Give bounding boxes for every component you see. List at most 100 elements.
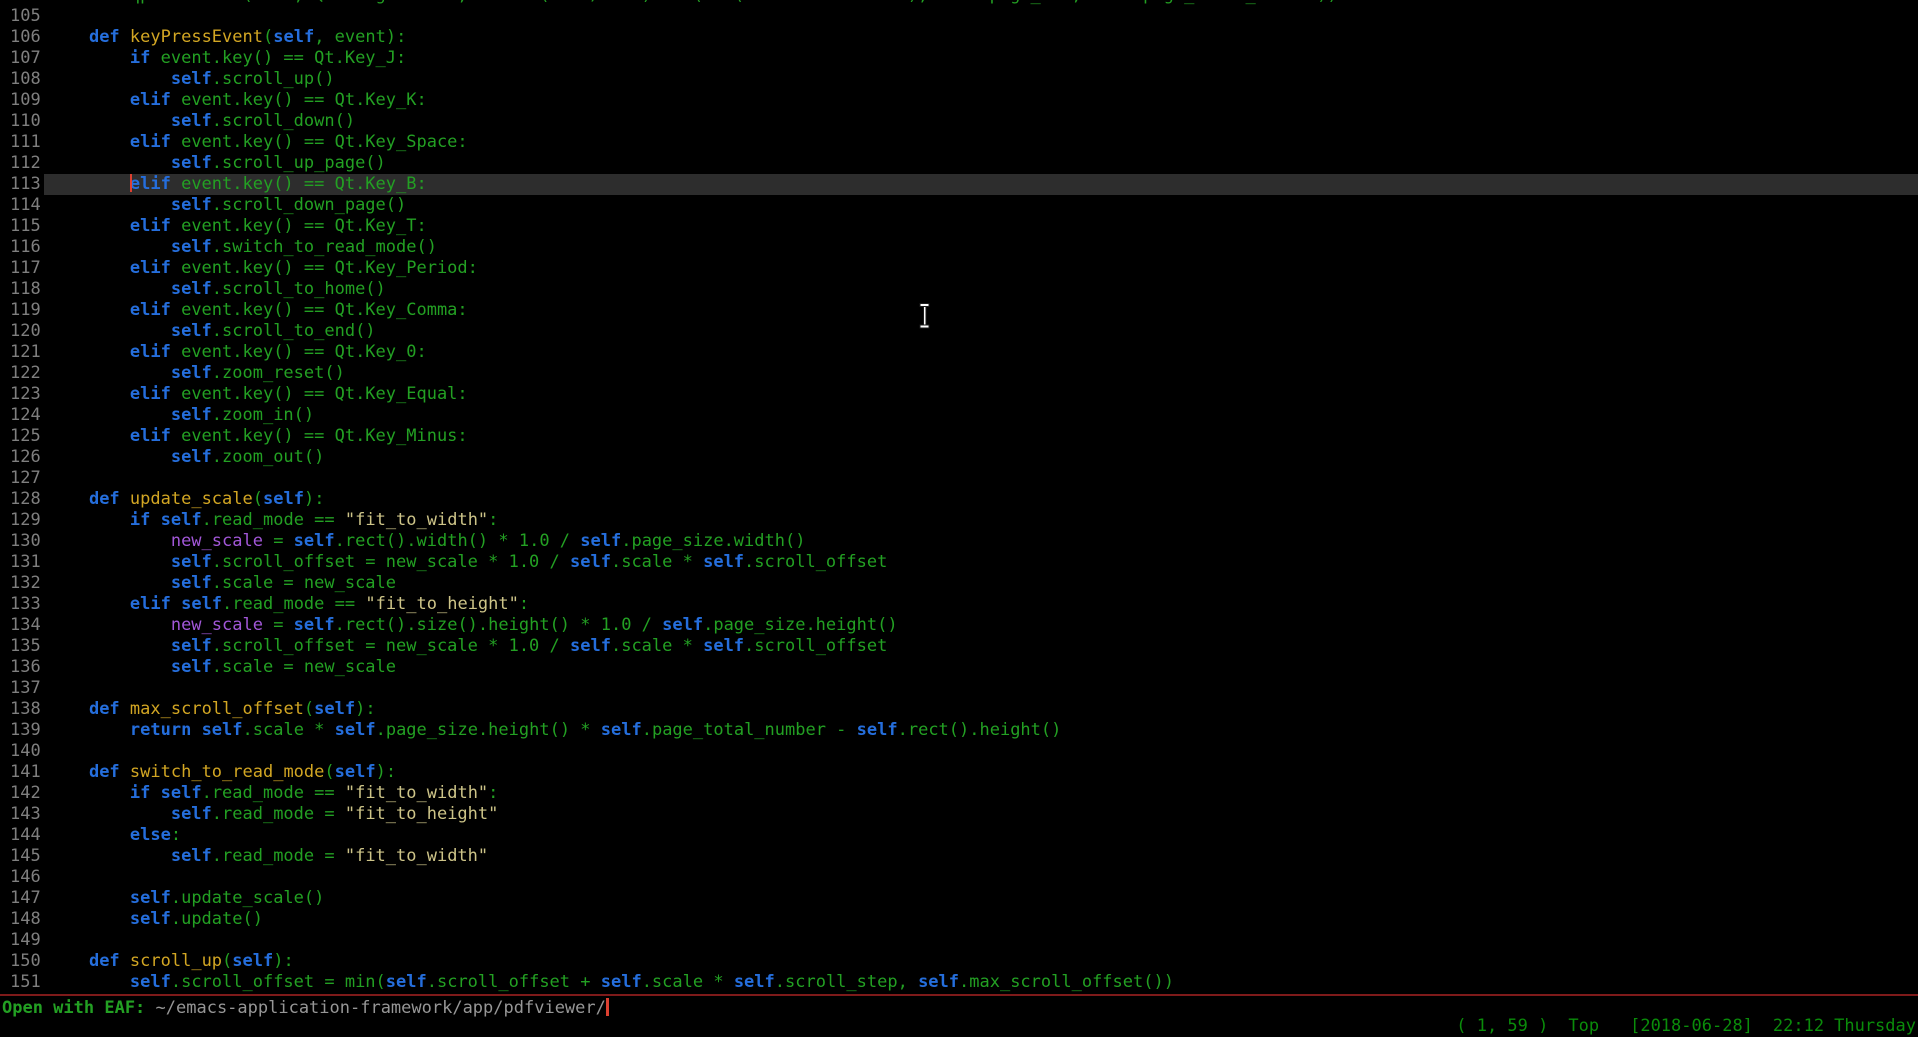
code-line-111[interactable]: 111 elif event.key() == Qt.Key_Space: (0, 132, 1918, 153)
code-line-112[interactable]: 112 self.scroll_up_page() (0, 153, 1918, 174)
minibuffer-cursor (606, 998, 609, 1016)
line-number: 118 (10, 279, 41, 300)
code-text: def update_scale(self): (48, 489, 324, 510)
line-number: 107 (10, 48, 41, 69)
code-line-140[interactable]: 140 (0, 741, 1918, 762)
code-line-141[interactable]: 141 def switch_to_read_mode(self): (0, 762, 1918, 783)
code-line-120[interactable]: 120 self.scroll_to_end() (0, 321, 1918, 342)
line-number: 120 (10, 321, 41, 342)
code-text: if event.key() == Qt.Key_J: (48, 48, 406, 69)
code-line-139[interactable]: 139 return self.scale * self.page_size.h… (0, 720, 1918, 741)
code-buffer[interactable]: qp.drawText(rect, Qt.AlignCenter, "%s%% … (0, 0, 1918, 993)
code-line-146[interactable]: 146 (0, 867, 1918, 888)
modeline-separator (0, 994, 1918, 996)
code-line-122[interactable]: 122 self.zoom_reset() (0, 363, 1918, 384)
code-line-127[interactable]: 127 (0, 468, 1918, 489)
line-number: 105 (10, 6, 41, 27)
code-text: self.switch_to_read_mode() (48, 237, 437, 258)
code-text: self.zoom_in() (48, 405, 314, 426)
line-number: 138 (10, 699, 41, 720)
line-number: 132 (10, 573, 41, 594)
code-text: self.zoom_reset() (48, 363, 345, 384)
line-number: 122 (10, 363, 41, 384)
line-number: 125 (10, 426, 41, 447)
code-text: self.scroll_up_page() (48, 153, 386, 174)
code-line-150[interactable]: 150 def scroll_up(self): (0, 951, 1918, 972)
code-line-138[interactable]: 138 def max_scroll_offset(self): (0, 699, 1918, 720)
line-number: 135 (10, 636, 41, 657)
code-text: self.scroll_up() (48, 69, 335, 90)
line-number: 128 (10, 489, 41, 510)
line-number: 142 (10, 783, 41, 804)
line-number: 136 (10, 657, 41, 678)
line-number: 150 (10, 951, 41, 972)
code-text: self.scroll_to_end() (48, 321, 376, 342)
line-number: 133 (10, 594, 41, 615)
line-number: 121 (10, 342, 41, 363)
code-line-130[interactable]: 130 new_scale = self.rect().width() * 1.… (0, 531, 1918, 552)
code-line-115[interactable]: 115 elif event.key() == Qt.Key_T: (0, 216, 1918, 237)
code-line-121[interactable]: 121 elif event.key() == Qt.Key_0: (0, 342, 1918, 363)
code-line-136[interactable]: 136 self.scale = new_scale (0, 657, 1918, 678)
code-text: self.read_mode = "fit_to_width" (48, 846, 488, 867)
code-line-114[interactable]: 114 self.scroll_down_page() (0, 195, 1918, 216)
code-line-126[interactable]: 126 self.zoom_out() (0, 447, 1918, 468)
line-number: 140 (10, 741, 41, 762)
emacs-frame: qp.drawText(rect, Qt.AlignCenter, "%s%% … (0, 0, 1918, 1037)
code-line-118[interactable]: 118 self.scroll_to_home() (0, 279, 1918, 300)
line-number: 127 (10, 468, 41, 489)
line-number: 123 (10, 384, 41, 405)
line-number: 146 (10, 867, 41, 888)
line-number: 148 (10, 909, 41, 930)
code-line-129[interactable]: 129 if self.read_mode == "fit_to_width": (0, 510, 1918, 531)
code-line-132[interactable]: 132 self.scale = new_scale (0, 573, 1918, 594)
code-line-106[interactable]: 106 def keyPressEvent(self, event): (0, 27, 1918, 48)
line-number: 137 (10, 678, 41, 699)
code-line-148[interactable]: 148 self.update() (0, 909, 1918, 930)
code-text: new_scale = self.rect().size().height() … (48, 615, 898, 636)
line-number: 144 (10, 825, 41, 846)
code-line-144[interactable]: 144 else: (0, 825, 1918, 846)
line-number: 147 (10, 888, 41, 909)
code-text: else: (48, 825, 181, 846)
code-text: self.read_mode = "fit_to_height" (48, 804, 498, 825)
code-line-143[interactable]: 143 self.read_mode = "fit_to_height" (0, 804, 1918, 825)
code-line-134[interactable]: 134 new_scale = self.rect().size().heigh… (0, 615, 1918, 636)
code-line-135[interactable]: 135 self.scroll_offset = new_scale * 1.0… (0, 636, 1918, 657)
line-number: 115 (10, 216, 41, 237)
code-line-147[interactable]: 147 self.update_scale() (0, 888, 1918, 909)
minibuffer[interactable]: Open with EAF: ~/emacs-application-frame… (2, 998, 609, 1019)
code-line-110[interactable]: 110 self.scroll_down() (0, 111, 1918, 132)
code-line-117[interactable]: 117 elif event.key() == Qt.Key_Period: (0, 258, 1918, 279)
code-line-113[interactable]: 113 elif event.key() == Qt.Key_B: (0, 174, 1918, 195)
line-number: 110 (10, 111, 41, 132)
line-number: 141 (10, 762, 41, 783)
code-line-128[interactable]: 128 def update_scale(self): (0, 489, 1918, 510)
code-text: elif event.key() == Qt.Key_Space: (48, 132, 468, 153)
line-number: 129 (10, 510, 41, 531)
code-line-123[interactable]: 123 elif event.key() == Qt.Key_Equal: (0, 384, 1918, 405)
code-line-124[interactable]: 124 self.zoom_in() (0, 405, 1918, 426)
code-line-133[interactable]: 133 elif self.read_mode == "fit_to_heigh… (0, 594, 1918, 615)
code-line-151[interactable]: 151 self.scroll_offset = min(self.scroll… (0, 972, 1918, 993)
line-number: 114 (10, 195, 41, 216)
code-line-108[interactable]: 108 self.scroll_up() (0, 69, 1918, 90)
code-line-142[interactable]: 142 if self.read_mode == "fit_to_width": (0, 783, 1918, 804)
code-line-131[interactable]: 131 self.scroll_offset = new_scale * 1.0… (0, 552, 1918, 573)
code-line-107[interactable]: 107 if event.key() == Qt.Key_J: (0, 48, 1918, 69)
code-line-149[interactable]: 149 (0, 930, 1918, 951)
code-line-105[interactable]: 105 (0, 6, 1918, 27)
code-text: def switch_to_read_mode(self): (48, 762, 396, 783)
minibuffer-input[interactable]: ~/emacs-application-framework/app/pdfvie… (156, 998, 606, 1018)
code-line-145[interactable]: 145 self.read_mode = "fit_to_width" (0, 846, 1918, 867)
line-number: 134 (10, 615, 41, 636)
code-line-116[interactable]: 116 self.switch_to_read_mode() (0, 237, 1918, 258)
line-number: 112 (10, 153, 41, 174)
code-line-109[interactable]: 109 elif event.key() == Qt.Key_K: (0, 90, 1918, 111)
code-text: self.scroll_offset = new_scale * 1.0 / s… (48, 552, 887, 573)
line-number: 108 (10, 69, 41, 90)
code-line-119[interactable]: 119 elif event.key() == Qt.Key_Comma: (0, 300, 1918, 321)
code-line-137[interactable]: 137 (0, 678, 1918, 699)
code-line-125[interactable]: 125 elif event.key() == Qt.Key_Minus: (0, 426, 1918, 447)
code-text: elif event.key() == Qt.Key_K: (48, 90, 427, 111)
